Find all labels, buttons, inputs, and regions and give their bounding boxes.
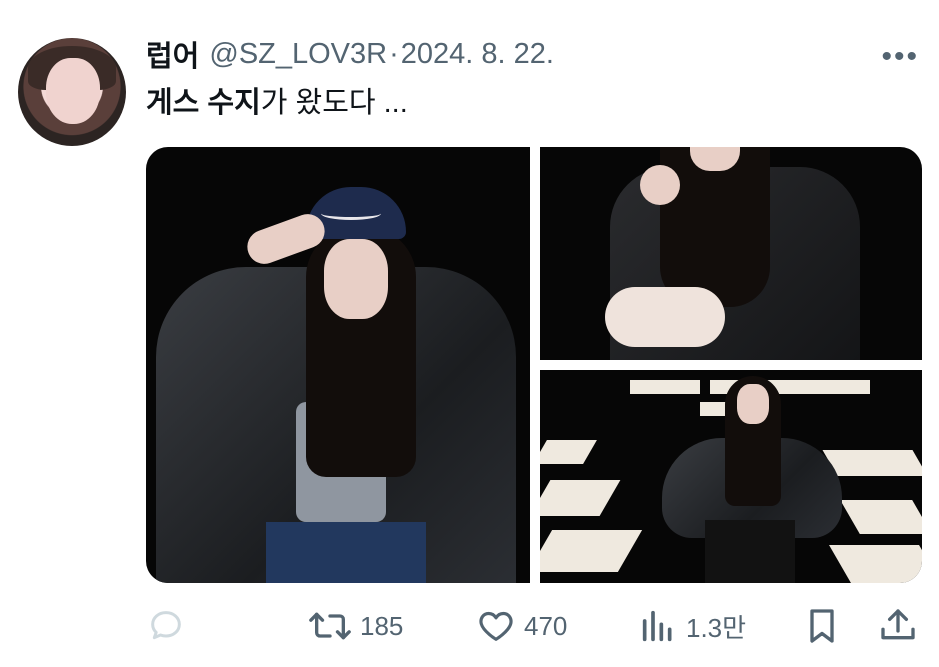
reply-button[interactable] (146, 600, 194, 652)
heart-icon (479, 611, 513, 641)
retweet-icon (309, 612, 351, 640)
media-photo-1[interactable] (146, 147, 530, 583)
tweet-actions: 185 470 1.3만 (146, 600, 922, 652)
tweet-date[interactable]: 2024. 8. 22. (401, 38, 554, 71)
tweet-text: 게스 수지가 왔도다 ... (146, 84, 408, 122)
tweet-text-rest: 가 왔도다 ... (260, 87, 408, 119)
tweet-text-bold: 게스 수지 (146, 87, 261, 119)
like-count: 470 (524, 610, 568, 641)
reply-icon (151, 611, 181, 640)
avatar[interactable] (18, 38, 126, 146)
author-handle[interactable]: @SZ_LOV3R (209, 38, 387, 71)
tweet-header: 럽어 @SZ_LOV3R · 2024. 8. 22. (146, 34, 554, 74)
bookmark-icon (810, 609, 834, 643)
retweet-button[interactable]: 185 (308, 600, 403, 652)
media-photo-2[interactable] (540, 147, 922, 360)
media-grid (146, 147, 922, 583)
share-icon (881, 609, 915, 640)
views-button[interactable]: 1.3만 (638, 600, 746, 652)
like-button[interactable]: 470 (476, 600, 567, 652)
views-count: 1.3만 (686, 612, 747, 643)
avatar-face (46, 58, 100, 124)
media-photo-3[interactable] (540, 370, 922, 583)
bookmark-button[interactable] (802, 600, 842, 652)
more-horizontal-icon[interactable]: ••• (881, 40, 919, 74)
retweet-count: 185 (360, 610, 404, 641)
share-button[interactable] (878, 600, 918, 652)
header-separator: · (389, 37, 399, 70)
author-name[interactable]: 럽어 (146, 33, 199, 75)
views-chart-icon (642, 610, 672, 642)
